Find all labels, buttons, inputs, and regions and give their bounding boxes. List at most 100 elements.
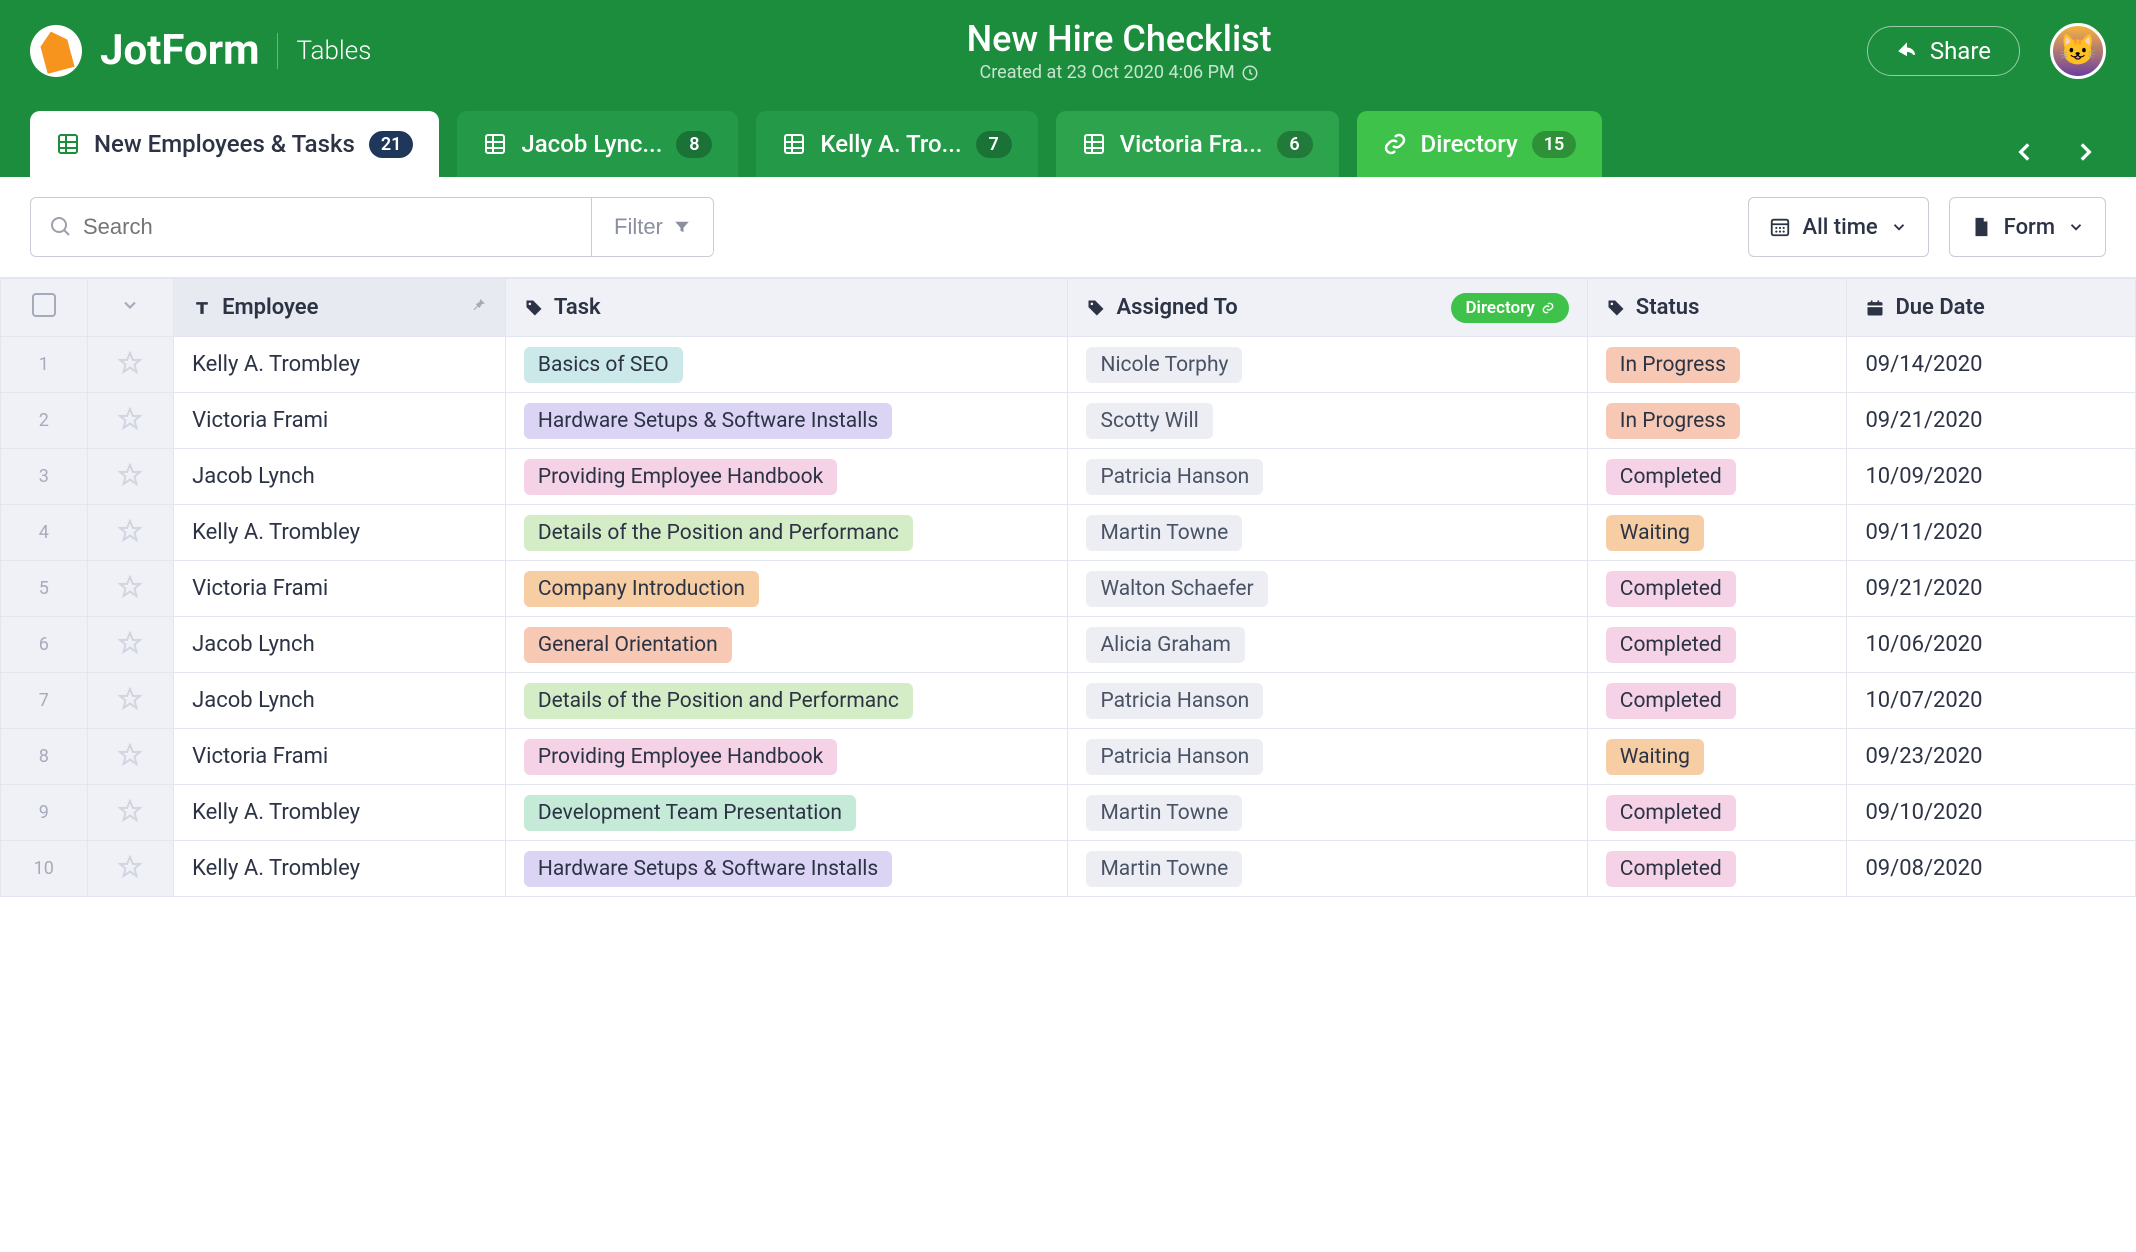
cell-status[interactable]: Completed: [1587, 561, 1847, 617]
cell-assigned[interactable]: Scotty Will: [1068, 393, 1587, 449]
tab-kelly-trombley[interactable]: Kelly A. Tro... 7: [756, 111, 1037, 177]
col-due[interactable]: Due Date: [1847, 279, 2136, 337]
tab-jacob-lynch[interactable]: Jacob Lync... 8: [457, 111, 738, 177]
tab-directory[interactable]: Directory 15: [1357, 111, 1603, 177]
table-row[interactable]: 2 Victoria Frami Hardware Setups & Softw…: [1, 393, 2136, 449]
col-assigned[interactable]: Assigned ToDirectory: [1068, 279, 1587, 337]
row-star[interactable]: [87, 393, 174, 449]
row-star[interactable]: [87, 673, 174, 729]
filter-button[interactable]: Filter: [591, 198, 713, 256]
tab-next-button[interactable]: [2064, 131, 2106, 177]
table-row[interactable]: 3 Jacob Lynch Providing Employee Handboo…: [1, 449, 2136, 505]
cell-due[interactable]: 10/09/2020: [1847, 449, 2136, 505]
table-row[interactable]: 10 Kelly A. Trombley Hardware Setups & S…: [1, 841, 2136, 897]
table-row[interactable]: 1 Kelly A. Trombley Basics of SEO Nicole…: [1, 337, 2136, 393]
cell-assigned[interactable]: Martin Towne: [1068, 841, 1587, 897]
cell-assigned[interactable]: Patricia Hanson: [1068, 729, 1587, 785]
cell-employee[interactable]: Jacob Lynch: [174, 449, 506, 505]
table-row[interactable]: 6 Jacob Lynch General Orientation Alicia…: [1, 617, 2136, 673]
cell-assigned[interactable]: Martin Towne: [1068, 785, 1587, 841]
section-label[interactable]: Tables: [296, 36, 371, 66]
share-button[interactable]: Share: [1867, 26, 2020, 76]
cell-task[interactable]: Hardware Setups & Software Installs: [505, 393, 1068, 449]
search-input[interactable]: [31, 198, 591, 256]
cell-employee[interactable]: Kelly A. Trombley: [174, 785, 506, 841]
directory-badge[interactable]: Directory: [1451, 293, 1568, 323]
chevron-down-icon[interactable]: [120, 296, 140, 321]
cell-task[interactable]: Providing Employee Handbook: [505, 729, 1068, 785]
cell-task[interactable]: Development Team Presentation: [505, 785, 1068, 841]
row-number: 10: [1, 841, 88, 897]
col-task[interactable]: Task: [505, 279, 1068, 337]
cell-status[interactable]: In Progress: [1587, 337, 1847, 393]
row-star[interactable]: [87, 785, 174, 841]
row-star[interactable]: [87, 505, 174, 561]
col-status[interactable]: Status: [1587, 279, 1847, 337]
cell-employee[interactable]: Kelly A. Trombley: [174, 337, 506, 393]
tab-victoria-frami[interactable]: Victoria Fra... 6: [1056, 111, 1339, 177]
table-row[interactable]: 8 Victoria Frami Providing Employee Hand…: [1, 729, 2136, 785]
select-all-checkbox[interactable]: [32, 293, 56, 317]
cell-due[interactable]: 09/23/2020: [1847, 729, 2136, 785]
row-star[interactable]: [87, 449, 174, 505]
row-star[interactable]: [87, 729, 174, 785]
cell-due[interactable]: 09/10/2020: [1847, 785, 2136, 841]
cell-due[interactable]: 09/21/2020: [1847, 393, 2136, 449]
cell-employee[interactable]: Victoria Frami: [174, 561, 506, 617]
row-star[interactable]: [87, 337, 174, 393]
cell-task[interactable]: Company Introduction: [505, 561, 1068, 617]
tab-prev-button[interactable]: [2004, 131, 2046, 177]
cell-task[interactable]: Hardware Setups & Software Installs: [505, 841, 1068, 897]
table-row[interactable]: 7 Jacob Lynch Details of the Position an…: [1, 673, 2136, 729]
cell-due[interactable]: 09/08/2020: [1847, 841, 2136, 897]
cell-due[interactable]: 09/14/2020: [1847, 337, 2136, 393]
filter-icon: [673, 218, 691, 236]
cell-status[interactable]: Completed: [1587, 841, 1847, 897]
task-pill: General Orientation: [524, 627, 732, 663]
cell-status[interactable]: In Progress: [1587, 393, 1847, 449]
avatar[interactable]: 😺: [2050, 23, 2106, 79]
status-pill: Completed: [1606, 571, 1736, 607]
row-star[interactable]: [87, 617, 174, 673]
tab-badge: 8: [676, 131, 712, 158]
cell-task[interactable]: Details of the Position and Performanc: [505, 673, 1068, 729]
cell-task[interactable]: Details of the Position and Performanc: [505, 505, 1068, 561]
cell-employee[interactable]: Jacob Lynch: [174, 673, 506, 729]
form-button[interactable]: Form: [1949, 197, 2106, 257]
cell-status[interactable]: Waiting: [1587, 729, 1847, 785]
cell-employee[interactable]: Kelly A. Trombley: [174, 505, 506, 561]
tab-new-employees[interactable]: New Employees & Tasks 21: [30, 111, 439, 177]
cell-task[interactable]: General Orientation: [505, 617, 1068, 673]
cell-assigned[interactable]: Nicole Torphy: [1068, 337, 1587, 393]
pin-icon[interactable]: [469, 295, 487, 320]
cell-task[interactable]: Basics of SEO: [505, 337, 1068, 393]
alltime-button[interactable]: All time: [1748, 197, 1929, 257]
cell-due[interactable]: 10/07/2020: [1847, 673, 2136, 729]
text-icon: [192, 298, 212, 318]
table-row[interactable]: 5 Victoria Frami Company Introduction Wa…: [1, 561, 2136, 617]
row-star[interactable]: [87, 561, 174, 617]
cell-employee[interactable]: Victoria Frami: [174, 729, 506, 785]
col-employee[interactable]: Employee: [174, 279, 506, 337]
table-row[interactable]: 9 Kelly A. Trombley Development Team Pre…: [1, 785, 2136, 841]
cell-task[interactable]: Providing Employee Handbook: [505, 449, 1068, 505]
cell-status[interactable]: Completed: [1587, 785, 1847, 841]
cell-assigned[interactable]: Patricia Hanson: [1068, 673, 1587, 729]
cell-due[interactable]: 09/21/2020: [1847, 561, 2136, 617]
cell-due[interactable]: 10/06/2020: [1847, 617, 2136, 673]
cell-employee[interactable]: Victoria Frami: [174, 393, 506, 449]
cell-assigned[interactable]: Walton Schaefer: [1068, 561, 1587, 617]
cell-assigned[interactable]: Patricia Hanson: [1068, 449, 1587, 505]
table-row[interactable]: 4 Kelly A. Trombley Details of the Posit…: [1, 505, 2136, 561]
cell-status[interactable]: Completed: [1587, 449, 1847, 505]
cell-assigned[interactable]: Alicia Graham: [1068, 617, 1587, 673]
cell-status[interactable]: Completed: [1587, 673, 1847, 729]
row-star[interactable]: [87, 841, 174, 897]
cell-status[interactable]: Waiting: [1587, 505, 1847, 561]
row-number: 1: [1, 337, 88, 393]
cell-assigned[interactable]: Martin Towne: [1068, 505, 1587, 561]
cell-employee[interactable]: Kelly A. Trombley: [174, 841, 506, 897]
cell-status[interactable]: Completed: [1587, 617, 1847, 673]
cell-due[interactable]: 09/11/2020: [1847, 505, 2136, 561]
cell-employee[interactable]: Jacob Lynch: [174, 617, 506, 673]
